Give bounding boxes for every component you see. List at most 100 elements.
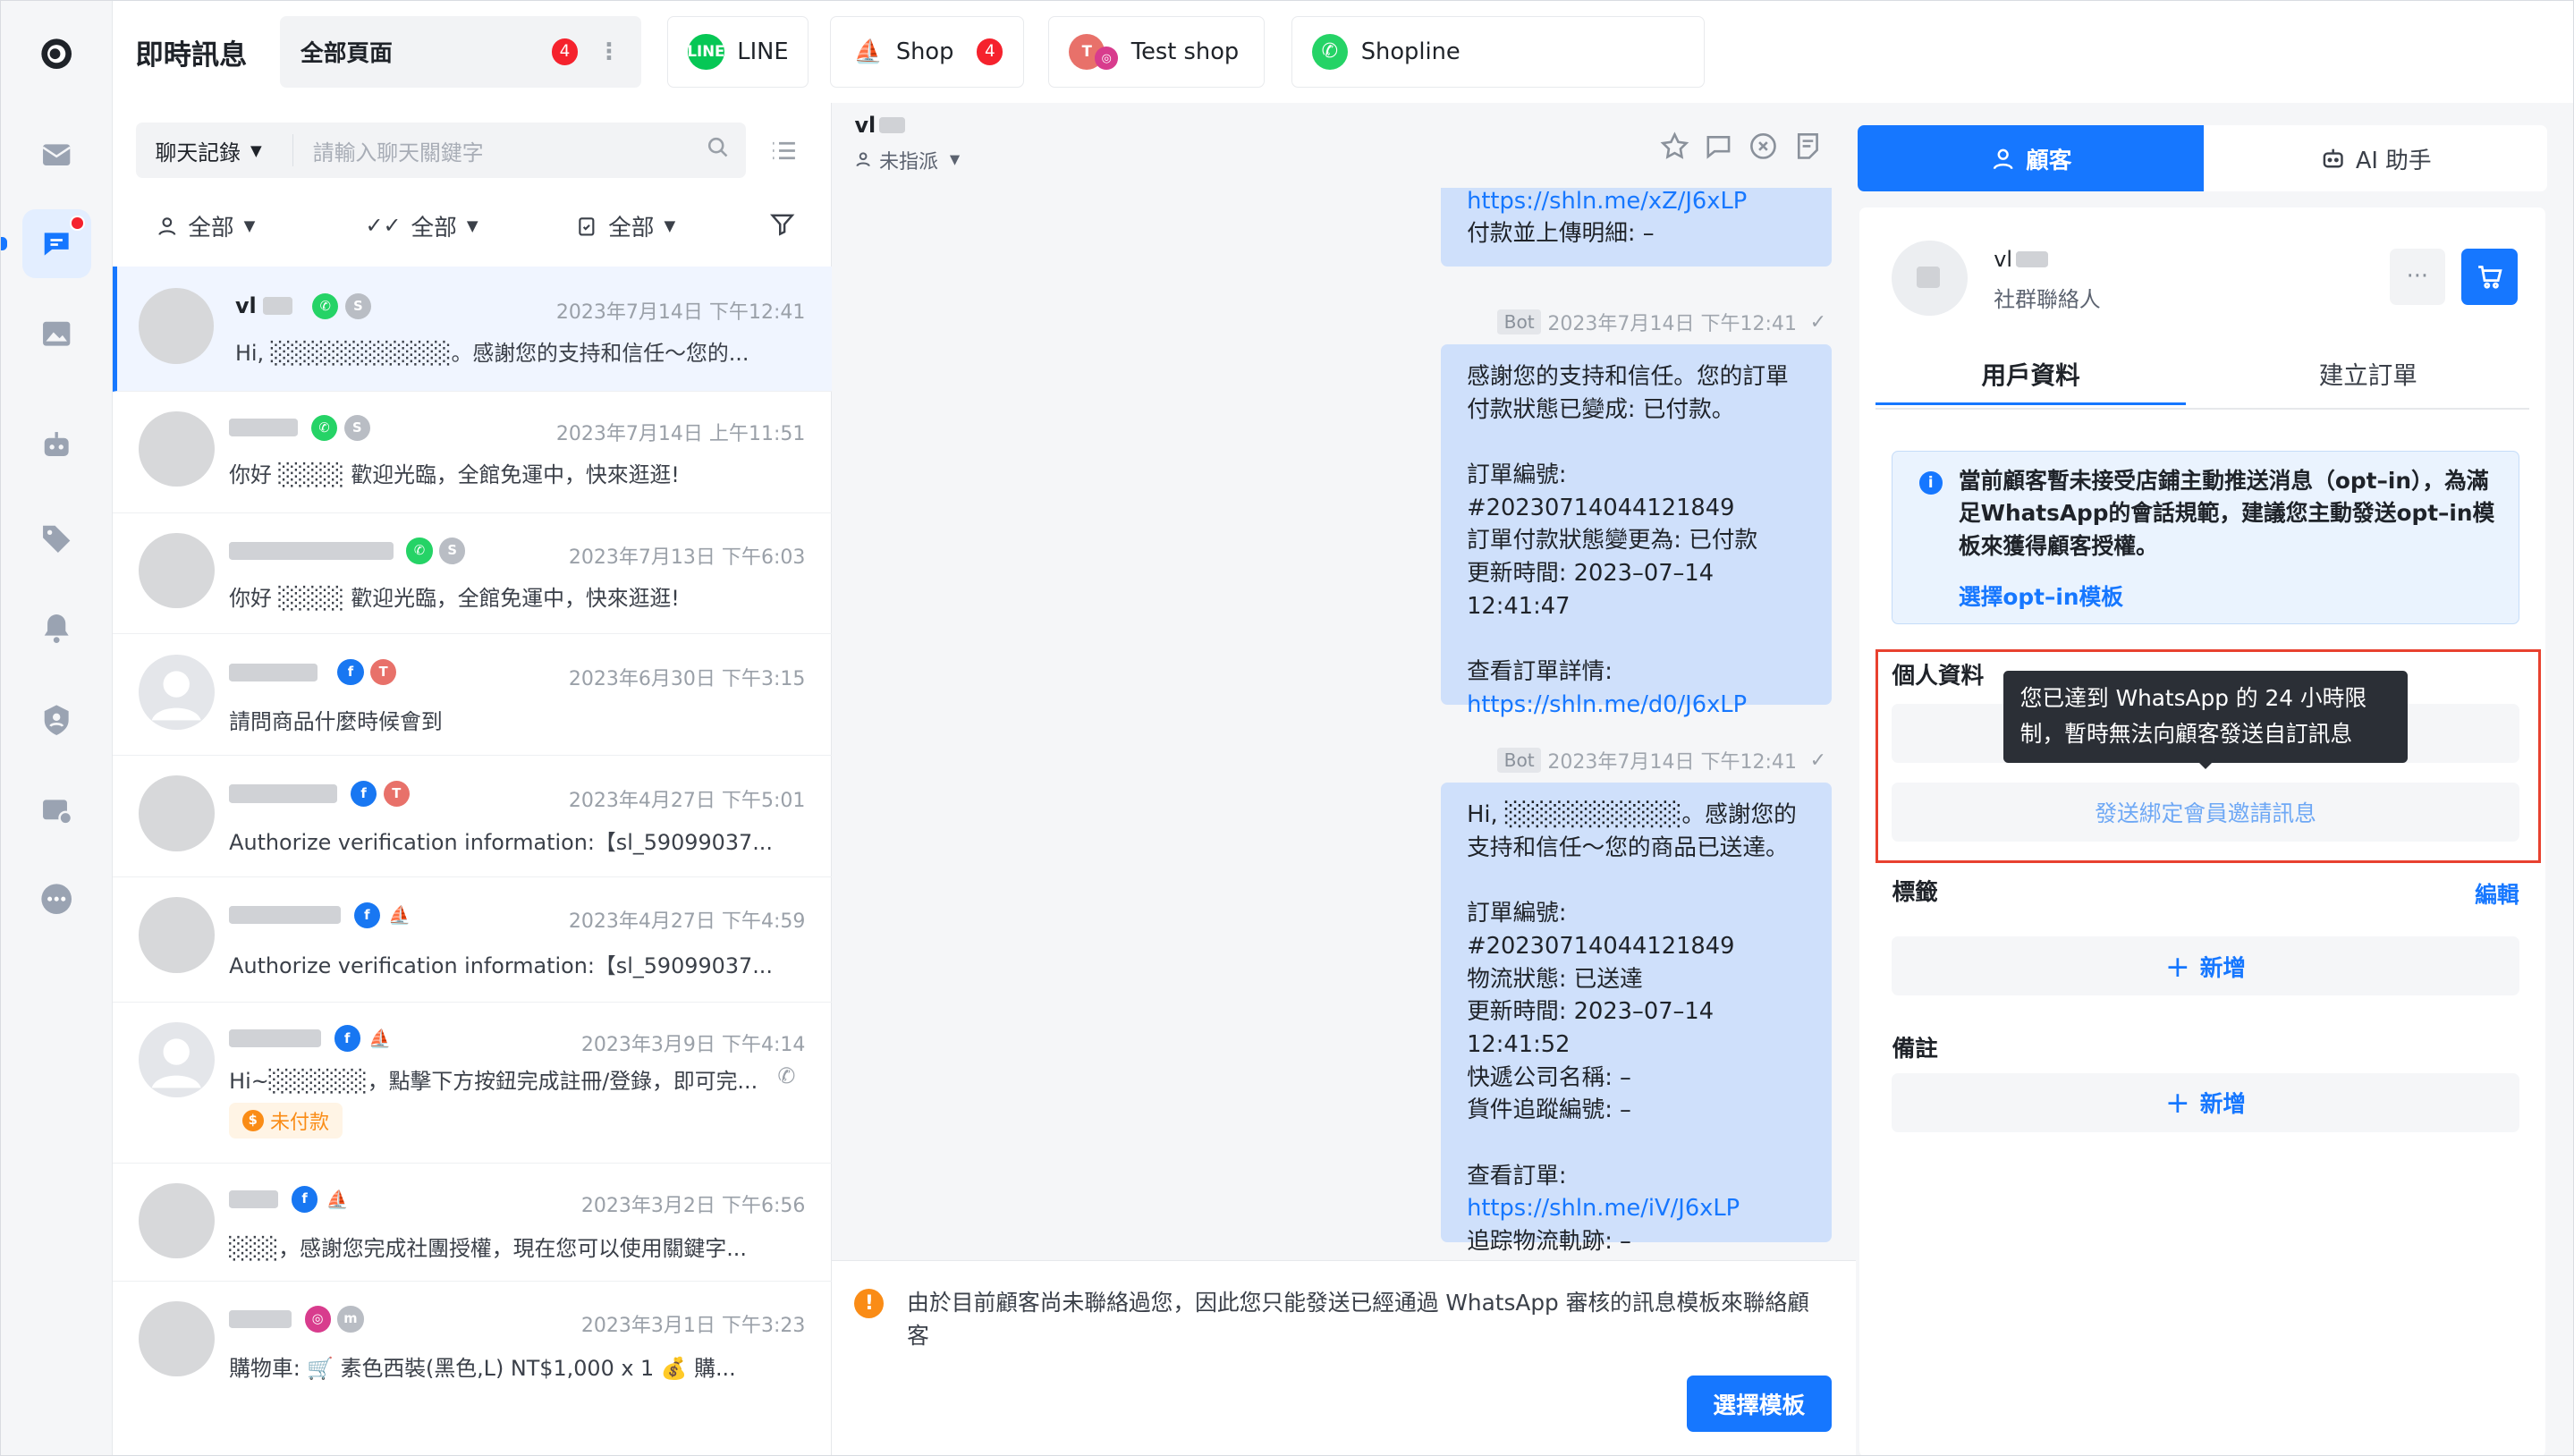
message-link[interactable]: https://shln.me/iV/J6xLP xyxy=(1467,1195,1740,1222)
send-invite-button[interactable]: 發送綁定會員邀請訊息 xyxy=(1892,782,2519,842)
compose-area: ! 由於目前顧客尚未聯絡過您，因此您只能發送已經通過 WhatsApp 審核的訊… xyxy=(831,1259,1857,1456)
select-opt-in-link[interactable]: 選擇opt–in模板 xyxy=(1959,580,2123,612)
chat-item[interactable]: f ⛵ 2023年3月2日 下午6:56 ░░░，感謝您完成社團授權，現在您可以… xyxy=(112,1164,832,1282)
avatar xyxy=(139,1021,215,1098)
message-bubble: https://shln.me/xZ/J6xLP 付款並上傳明細: – xyxy=(1440,168,1832,267)
image-icon[interactable] xyxy=(30,308,83,360)
person-icon xyxy=(1993,148,2013,169)
message-icon[interactable] xyxy=(1703,131,1734,167)
message-line: 更新時間: 2023–07–14 12:41:52 xyxy=(1467,998,1715,1058)
avatar xyxy=(139,775,215,851)
chat-time: 2023年4月27日 下午5:01 xyxy=(568,789,806,812)
customer-name: vl xyxy=(1994,247,2049,272)
chat-item[interactable]: f ⛵ 2023年4月27日 下午4:59 Authorize verifica… xyxy=(112,877,832,1003)
chat-icon[interactable] xyxy=(21,209,91,279)
chat-item[interactable]: ◎ m 2023年3月1日 下午3:23 購物車: 🛒 素色西裝(黑色,L) N… xyxy=(113,1282,832,1406)
tab-user-profile[interactable]: 用戶資料 xyxy=(1875,355,2187,405)
folder-settings-icon[interactable] xyxy=(30,784,83,837)
message-line: 快遞公司名稱: – xyxy=(1467,1063,1631,1091)
person-icon xyxy=(157,216,175,235)
add-tag-button[interactable]: + 新增 xyxy=(1892,936,2519,996)
chat-item[interactable]: ✆ S 2023年7月14日 上午11:51 你好 ░░░░ 歡迎光臨，全館免運… xyxy=(112,392,832,513)
read-filter[interactable]: ✓✓ 全部 ▼ xyxy=(365,209,478,242)
customer-card: vl 社群聯絡人 ··· 用戶資料 建立訂單 i 當前顧客暫未接受店鋪主動推送消… xyxy=(1859,207,2545,1456)
tab-ai-assistant[interactable]: AI 助手 xyxy=(2204,125,2547,191)
person-icon xyxy=(856,152,871,167)
chat-name: ✆ S xyxy=(229,538,466,564)
tab-label: 顧客 xyxy=(2026,147,2072,174)
facebook-icon: f xyxy=(353,902,380,929)
whatsapp-warning: 由於目前顧客尚未聯絡過您，因此您只能發送已經通過 WhatsApp 審核的訊息模… xyxy=(907,1290,1810,1349)
tab-customer[interactable]: 顧客 xyxy=(1857,125,2205,191)
chat-item[interactable]: f ⛵ 2023年3月9日 下午4:14 Hi~░░░░░░，點擊下方按鈕完成註… xyxy=(112,1003,832,1164)
tab-create-order[interactable]: 建立訂單 xyxy=(2204,355,2532,404)
message-link[interactable]: https://shln.me/d0/J6xLP xyxy=(1467,691,1747,718)
tag-icon[interactable] xyxy=(30,512,83,564)
avatar xyxy=(139,1300,215,1377)
tab-test-shop[interactable]: T ◎ Test shop xyxy=(1048,15,1266,89)
cart-button[interactable] xyxy=(2461,249,2518,305)
assign-dropdown-overlay[interactable]: 未指派 ▼ xyxy=(854,146,960,174)
status-filter[interactable]: 全部 ▼ xyxy=(575,209,675,242)
list-view-icon[interactable] xyxy=(769,136,799,171)
message-line: 貨件追蹤編號: – xyxy=(1467,1096,1631,1124)
tab-all-pages[interactable]: 全部頁面 4 ⋮ xyxy=(280,15,641,89)
edit-tags-link[interactable]: 編輯 xyxy=(2475,877,2519,910)
chevron-down-icon: ▼ xyxy=(949,152,961,168)
avatar xyxy=(139,897,215,973)
assignee-filter[interactable]: 全部 ▼ xyxy=(156,209,255,242)
chat-item[interactable]: f T 2023年4月27日 下午5:01 Authorize verifica… xyxy=(112,756,832,878)
app-title: 即時訊息 xyxy=(135,38,248,72)
member-icon[interactable] xyxy=(30,694,83,747)
chevron-down-icon: ▼ xyxy=(466,216,478,234)
shop-icon: ⛵ xyxy=(367,1025,394,1052)
tab-shopline[interactable]: ✆ Shopline xyxy=(1291,15,1706,89)
logo-icon xyxy=(30,27,83,80)
chat-name: f ⛵ xyxy=(229,1186,351,1213)
star-icon[interactable] xyxy=(1659,131,1690,167)
tab-label: Shop xyxy=(895,38,954,65)
message-link[interactable]: https://shln.me/xZ/J6xLP xyxy=(1467,188,1747,215)
chat-list-panel: 聊天記錄 ▼ 請輸入聊天關鍵字 全部 ▼ ✓✓ 全部 ▼ 全部 ▼ vl ✆ S… xyxy=(112,102,832,1456)
search-icon[interactable] xyxy=(707,136,730,165)
select-template-button[interactable]: 選擇模板 xyxy=(1687,1376,1832,1432)
tab-shop[interactable]: ⛵ Shop 4 xyxy=(829,15,1024,89)
chat-item[interactable]: vl ✆ S 2023年7月14日 下午12:41 Hi, ░░░░░░░░░░… xyxy=(112,267,832,392)
notice-text: 當前顧客暫未接受店鋪主動推送消息（opt–in），為滿足WhatsApp的會話規… xyxy=(1958,467,2495,559)
double-check-icon: ✓✓ xyxy=(365,213,402,239)
phone-icon: ✆ xyxy=(777,1062,796,1088)
chat-preview: Authorize verification information:【sl_5… xyxy=(229,830,773,856)
chat-preview: 你好 ░░░░ 歡迎光臨，全館免運中，快來逛逛! xyxy=(229,462,680,488)
chat-time: 2023年6月30日 下午3:15 xyxy=(568,667,806,690)
bell-icon[interactable] xyxy=(30,602,83,655)
message-line: 付款並上傳明細: – xyxy=(1467,220,1655,248)
mail-icon[interactable] xyxy=(30,129,83,182)
chat-item[interactable]: f T 2023年6月30日 下午3:15 請問商品什麼時候會到 xyxy=(112,634,832,757)
unread-badge: 4 xyxy=(977,38,1003,65)
unread-dot xyxy=(70,216,85,231)
message-line: 查看訂單詳情: xyxy=(1467,658,1613,686)
instagram-icon: ◎ xyxy=(1095,47,1119,71)
chat-time: 2023年3月9日 下午4:14 xyxy=(580,1034,806,1056)
add-note-button[interactable]: + 新增 xyxy=(1892,1072,2519,1132)
robot-icon xyxy=(2323,148,2343,167)
note-icon[interactable] xyxy=(1792,131,1824,167)
more-icon[interactable] xyxy=(30,873,83,926)
message-time: 2023年7月14日 下午12:41 xyxy=(1547,313,1797,336)
tab-line[interactable]: LINE LINE xyxy=(667,15,809,89)
instagram-icon: ◎ xyxy=(304,1306,331,1333)
block-icon[interactable] xyxy=(1748,131,1779,167)
status-filter-label: 全部 xyxy=(608,214,655,241)
kebab-icon[interactable]: ⋮ xyxy=(597,38,621,65)
whatsapp-icon: ✆ xyxy=(406,538,433,564)
search-scope-select[interactable]: 聊天記錄 ▼ xyxy=(136,133,293,167)
app-window: 即時訊息 全部頁面 4 ⋮ LINE LINE ⛵ Shop 4 T ◎ Tes… xyxy=(0,0,2574,1456)
funnel-icon[interactable] xyxy=(769,211,795,243)
message-time: 2023年7月14日 下午12:41 xyxy=(1547,751,1797,775)
chat-time: 2023年3月2日 下午6:56 xyxy=(580,1194,806,1217)
more-options-button[interactable]: ··· xyxy=(2389,249,2446,305)
robot-icon[interactable] xyxy=(30,419,83,472)
search-input[interactable]: 請輸入聊天關鍵字 xyxy=(293,135,707,166)
chat-time: 2023年4月27日 下午4:59 xyxy=(568,910,806,934)
chat-item[interactable]: ✆ S 2023年7月13日 下午6:03 你好 ░░░░ 歡迎光臨，全館免運中… xyxy=(112,513,832,635)
